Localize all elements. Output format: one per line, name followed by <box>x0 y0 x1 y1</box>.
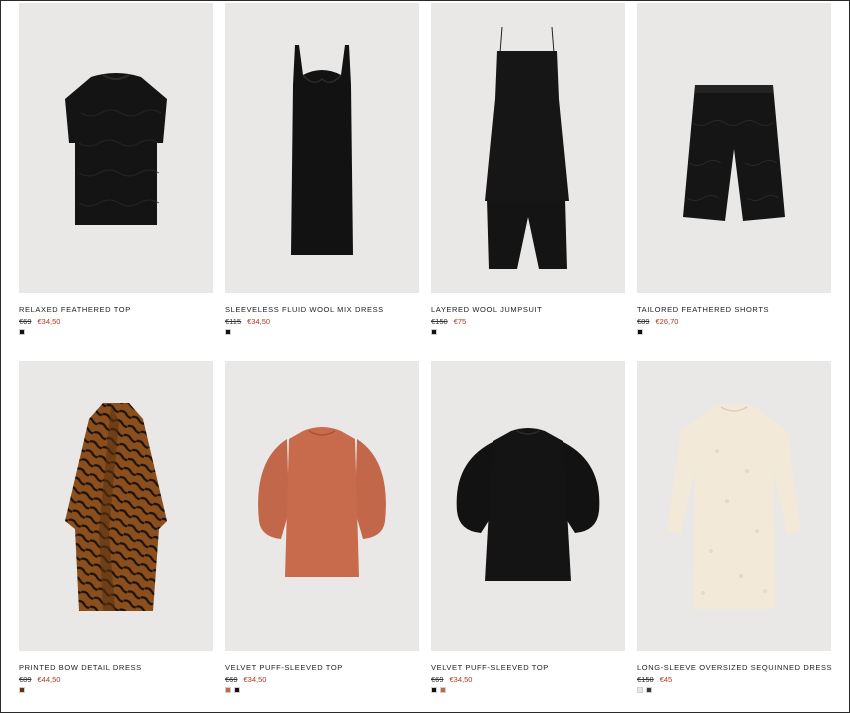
color-swatches <box>431 687 446 693</box>
original-price: €150 <box>431 317 448 326</box>
product-name[interactable]: RELAXED FEATHERED TOP <box>19 305 131 314</box>
jumpsuit-illustration <box>485 26 569 269</box>
sale-price: €44,50 <box>37 675 61 684</box>
product-name[interactable]: VELVET PUFF-SLEEVED TOP <box>225 663 343 672</box>
product-price: €115 €34,50 <box>225 317 270 326</box>
product-image[interactable] <box>19 3 213 293</box>
color-swatches <box>19 687 25 693</box>
product-image[interactable] <box>431 361 625 651</box>
original-price: €69 <box>19 317 32 326</box>
color-swatches <box>637 329 643 335</box>
original-price: €115 <box>225 317 242 326</box>
original-price: €89 <box>637 317 650 326</box>
sequinned-dress-illustration <box>667 403 801 609</box>
product-card[interactable]: RELAXED FEATHERED TOP €69 €34,50 <box>19 3 213 361</box>
product-image[interactable] <box>225 361 419 651</box>
product-price: €69 €34,50 <box>19 317 60 326</box>
color-swatch[interactable] <box>431 687 437 693</box>
product-name[interactable]: TAILORED FEATHERED SHORTS <box>637 305 769 314</box>
puff-top-rust-illustration <box>258 427 386 577</box>
product-card[interactable]: SLEEVELESS FLUID WOOL MIX DRESS €115 €34,… <box>225 3 419 361</box>
product-grid: RELAXED FEATHERED TOP €69 €34,50 SLEEVELE… <box>19 3 832 713</box>
original-price: €69 <box>431 675 444 684</box>
product-card[interactable]: PRINTED BOW DETAIL DRESS €89 €44,50 <box>19 361 213 713</box>
original-price: €69 <box>225 675 238 684</box>
product-image[interactable] <box>637 3 831 293</box>
color-swatch[interactable] <box>225 329 231 335</box>
puff-top-black-illustration <box>456 428 600 581</box>
product-price: €150 €45 <box>637 675 672 684</box>
product-card[interactable]: VELVET PUFF-SLEEVED TOP €69 €34,50 <box>431 361 625 713</box>
product-name[interactable]: PRINTED BOW DETAIL DRESS <box>19 663 142 672</box>
product-card[interactable]: LONG-SLEEVE OVERSIZED SEQUINNED DRESS €1… <box>637 361 832 713</box>
color-swatch[interactable] <box>19 329 25 335</box>
product-card[interactable]: VELVET PUFF-SLEEVED TOP €69 €34,50 <box>225 361 419 713</box>
color-swatches <box>225 329 231 335</box>
product-price: €150 €75 <box>431 317 466 326</box>
color-swatches <box>431 329 437 335</box>
product-name[interactable]: LAYERED WOOL JUMPSUIT <box>431 305 542 314</box>
color-swatch[interactable] <box>19 687 25 693</box>
original-price: €150 <box>637 675 654 684</box>
product-name[interactable]: SLEEVELESS FLUID WOOL MIX DRESS <box>225 305 384 314</box>
color-swatch[interactable] <box>431 329 437 335</box>
product-price: €69 €34,50 <box>225 675 266 684</box>
printed-dress-illustration <box>65 403 167 611</box>
sale-price: €34,50 <box>243 675 267 684</box>
color-swatch[interactable] <box>225 687 231 693</box>
product-image[interactable] <box>637 361 831 651</box>
product-price: €69 €34,50 <box>431 675 472 684</box>
color-swatch[interactable] <box>234 687 240 693</box>
dress-illustration <box>291 45 353 255</box>
sale-price: €26,70 <box>655 317 679 326</box>
shorts-illustration <box>683 85 785 221</box>
product-price: €89 €26,70 <box>637 317 678 326</box>
product-image[interactable] <box>19 361 213 651</box>
sale-price: €75 <box>453 317 467 326</box>
product-name[interactable]: VELVET PUFF-SLEEVED TOP <box>431 663 549 672</box>
product-image[interactable] <box>431 3 625 293</box>
original-price: €89 <box>19 675 32 684</box>
feathered-top-illustration <box>65 73 167 225</box>
color-swatch[interactable] <box>646 687 652 693</box>
product-card[interactable]: TAILORED FEATHERED SHORTS €89 €26,70 <box>637 3 831 361</box>
sale-price: €34,50 <box>37 317 61 326</box>
color-swatches <box>225 687 240 693</box>
color-swatch[interactable] <box>637 687 643 693</box>
color-swatch[interactable] <box>440 687 446 693</box>
sale-price: €34,50 <box>247 317 271 326</box>
product-name[interactable]: LONG-SLEEVE OVERSIZED SEQUINNED DRESS <box>637 663 832 672</box>
product-price: €89 €44,50 <box>19 675 60 684</box>
sale-price: €45 <box>659 675 673 684</box>
sale-price: €34,50 <box>449 675 473 684</box>
product-card[interactable]: LAYERED WOOL JUMPSUIT €150 €75 <box>431 3 625 361</box>
color-swatch[interactable] <box>637 329 643 335</box>
color-swatches <box>637 687 652 693</box>
color-swatches <box>19 329 25 335</box>
product-image[interactable] <box>225 3 419 293</box>
